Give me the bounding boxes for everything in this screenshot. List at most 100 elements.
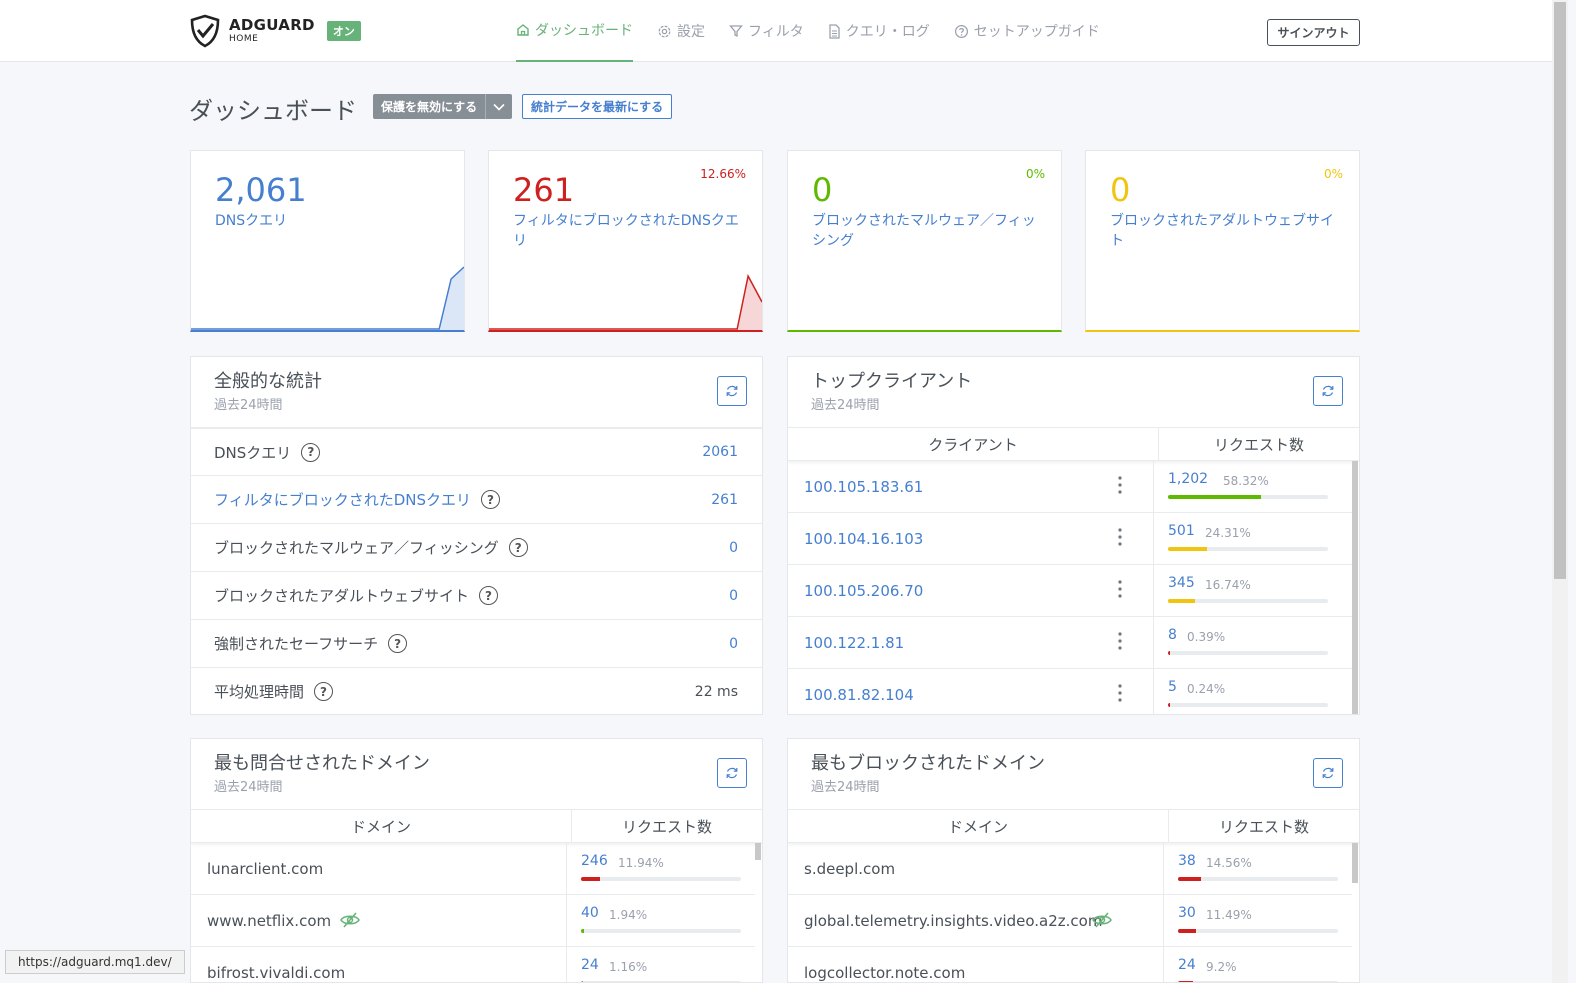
client-ip-link[interactable]: 100.105.206.70	[804, 582, 923, 600]
main-nav: ダッシュボード 設定 フィルタ クエリ・ログ セットアップガイド	[516, 0, 1124, 62]
request-count[interactable]: 5	[1168, 679, 1177, 695]
request-percent: 1.94%	[609, 908, 648, 922]
refresh-button[interactable]	[1313, 376, 1343, 406]
row-value: 0	[729, 539, 738, 556]
column-header-domain[interactable]: ドメイン	[788, 810, 1168, 842]
refresh-statistics-button[interactable]: 統計データを最新にする	[522, 94, 673, 119]
progress-bar	[1168, 703, 1328, 707]
nav-filters[interactable]: フィルタ	[729, 0, 804, 62]
status-bar-url: https://adguard.mq1.dev/	[5, 950, 185, 974]
stat-value: 2,061	[215, 171, 307, 209]
nav-setup-guide-label: セットアップガイド	[973, 24, 1100, 40]
client-ip-link[interactable]: 100.122.1.81	[804, 634, 904, 652]
disable-protection-dropdown[interactable]	[485, 94, 513, 119]
progress-bar-fill	[1168, 651, 1170, 655]
column-header-client[interactable]: クライアント	[788, 428, 1158, 460]
row-label: ブロックされたマルウェア／フィッシング	[214, 539, 499, 557]
help-icon[interactable]: ?	[481, 490, 500, 509]
request-count[interactable]: 8	[1168, 627, 1177, 643]
help-icon[interactable]: ?	[508, 538, 528, 557]
row-value: 0	[729, 587, 738, 604]
logo[interactable]: ADGUARD HOME オン	[189, 14, 361, 48]
filter-icon	[729, 25, 743, 38]
stat-value: 261	[513, 171, 575, 209]
progress-bar-fill	[1168, 599, 1195, 603]
request-count[interactable]: 1,202	[1168, 471, 1208, 487]
request-count-cell: 24 1.16%	[566, 947, 755, 982]
stat-percent: 12.66%	[700, 167, 746, 181]
logo-sub: HOME	[229, 34, 259, 44]
stat-card-blocked: 261 12.66% フィルタにブロックされたDNSクエリ	[488, 150, 763, 332]
more-options-icon[interactable]	[1117, 475, 1123, 499]
kebab-icon	[1118, 528, 1122, 546]
refresh-icon	[726, 767, 738, 779]
scrollbar-thumb[interactable]	[1554, 2, 1566, 579]
request-count[interactable]: 30	[1178, 905, 1196, 921]
nav-setup-guide[interactable]: セットアップガイド	[954, 0, 1100, 62]
refresh-button[interactable]	[717, 376, 747, 406]
row-label-link[interactable]: フィルタにブロックされたDNSクエリ	[214, 489, 471, 510]
request-count[interactable]: 345	[1168, 575, 1195, 591]
client-row: 100.105.183.61 1,202 58.32%	[788, 461, 1352, 513]
table-scrollbar[interactable]	[1352, 843, 1358, 883]
help-icon[interactable]: ?	[479, 586, 499, 605]
refresh-icon	[1322, 385, 1334, 397]
request-count-cell: 501 24.31%	[1153, 513, 1352, 564]
domain-name: global.telemetry.insights.video.a2z.com	[804, 911, 1103, 930]
request-count[interactable]: 24	[581, 957, 599, 973]
request-percent: 1.16%	[609, 960, 648, 974]
kebab-icon	[1118, 580, 1122, 598]
more-options-icon[interactable]	[1117, 527, 1123, 551]
request-count[interactable]: 501	[1168, 523, 1195, 539]
table-scrollbar[interactable]	[755, 843, 761, 860]
nav-query-log[interactable]: クエリ・ログ	[828, 0, 930, 62]
request-percent: 9.2%	[1206, 960, 1237, 974]
shield-logo-icon	[190, 14, 220, 48]
tracker-indicator[interactable]	[340, 912, 360, 928]
stat-label: ブロックされたマルウェア／フィッシング	[812, 213, 1036, 249]
request-count[interactable]: 38	[1178, 853, 1196, 869]
domain-name: bifrost.vivaldi.com	[207, 963, 346, 982]
more-options-icon[interactable]	[1117, 683, 1123, 707]
request-count[interactable]: 40	[581, 905, 599, 921]
nav-dashboard[interactable]: ダッシュボード	[516, 0, 633, 62]
kebab-icon	[1118, 476, 1122, 494]
client-ip-link[interactable]: 100.81.82.104	[804, 686, 914, 704]
card-title: トップクライアント	[811, 371, 973, 392]
column-header-domain[interactable]: ドメイン	[191, 810, 571, 842]
nav-settings-label: 設定	[677, 24, 705, 40]
refresh-button[interactable]	[717, 758, 747, 788]
more-options-icon[interactable]	[1117, 631, 1123, 655]
page-scrollbar[interactable]	[1552, 0, 1568, 983]
request-count[interactable]: 24	[1178, 957, 1196, 973]
card-subtitle: 過去24時間	[811, 780, 880, 795]
client-ip-link[interactable]: 100.104.16.103	[804, 530, 923, 548]
signout-button[interactable]: サインアウト	[1267, 19, 1360, 46]
help-icon[interactable]: ?	[301, 442, 321, 462]
stat-percent: 0%	[1025, 167, 1045, 181]
tracker-indicator[interactable]	[1092, 912, 1112, 928]
disable-protection-button[interactable]: 保護を無効にする	[373, 94, 486, 119]
progress-bar-fill	[1168, 547, 1207, 551]
stat-row-malware: ブロックされたマルウェア／フィッシング? 0	[191, 523, 762, 571]
column-header-requests[interactable]: リクエスト数	[571, 810, 762, 842]
column-header-requests[interactable]: リクエスト数	[1158, 428, 1359, 460]
help-icon[interactable]: ?	[314, 682, 334, 701]
request-count[interactable]: 246	[581, 853, 608, 869]
request-percent: 58.32%	[1223, 474, 1269, 488]
progress-bar	[581, 929, 741, 933]
nav-query-log-label: クエリ・ログ	[845, 24, 930, 40]
nav-settings[interactable]: 設定	[657, 0, 705, 62]
help-icon[interactable]: ?	[388, 634, 408, 653]
column-header-requests[interactable]: リクエスト数	[1168, 810, 1359, 842]
stat-label: フィルタにブロックされたDNSクエリ	[513, 213, 739, 249]
refresh-button[interactable]	[1313, 758, 1343, 788]
client-row: 100.105.206.70 345 16.74%	[788, 565, 1352, 617]
stat-label: ブロックされたアダルトウェブサイト	[1110, 213, 1334, 249]
refresh-icon	[726, 385, 738, 397]
more-options-icon[interactable]	[1117, 579, 1123, 603]
table-scrollbar[interactable]	[1352, 461, 1358, 714]
client-ip-link[interactable]: 100.105.183.61	[804, 478, 923, 496]
card-subtitle: 過去24時間	[214, 780, 283, 795]
kebab-icon	[1118, 632, 1122, 650]
